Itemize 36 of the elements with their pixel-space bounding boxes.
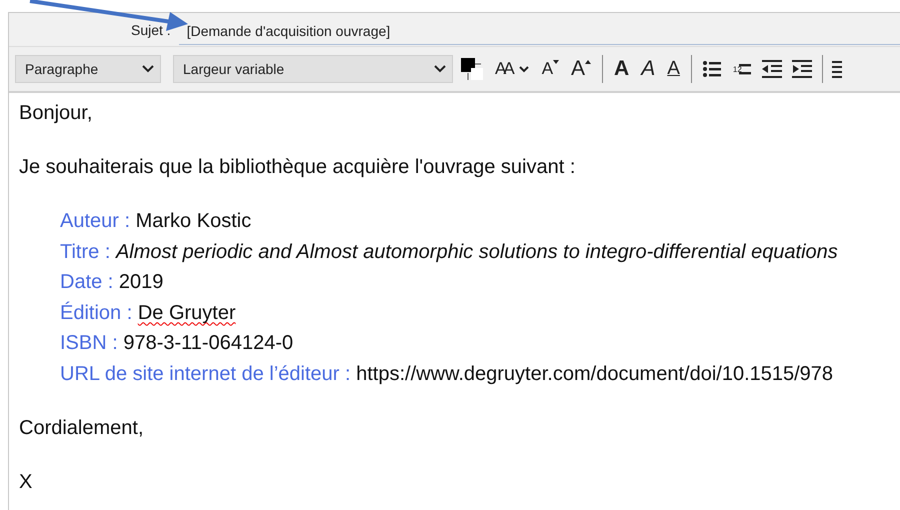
chevron-icon — [142, 65, 154, 73]
bold-button[interactable]: A — [612, 54, 632, 84]
intro-text: Je souhaiterais que la bibliothèque acquière l'ouvrage suivant : — [19, 155, 576, 180]
triangle-icon — [553, 60, 560, 64]
text-color-icon[interactable] — [459, 56, 485, 82]
field-label: Auteur : — [60, 210, 130, 232]
font-dropdown[interactable]: Largeur variable — [173, 55, 453, 83]
underline-button[interactable]: A — [665, 54, 682, 84]
decrease-font-button[interactable]: A — [540, 54, 562, 84]
outdent-icon[interactable] — [760, 58, 783, 80]
bullet-list-icon[interactable] — [700, 58, 723, 80]
numbered-list-button[interactable]: 12 — [730, 54, 753, 84]
field-value: Marko Kostic — [136, 210, 252, 232]
indent-icon[interactable] — [790, 58, 813, 80]
subject-field[interactable]: [Demande d'acquisition ouvrage] — [178, 18, 900, 45]
font-size-button[interactable]: AA — [493, 54, 532, 84]
field-value: De Gruyter — [138, 302, 236, 324]
field-label: Édition : — [60, 302, 132, 324]
field-value: 2019 — [118, 271, 164, 293]
field-value: 978-3-11-064124-0 — [123, 332, 294, 354]
align-icon[interactable] — [832, 58, 842, 80]
chevron-icon — [518, 65, 530, 73]
field-label: Date : — [60, 271, 114, 293]
signature-text: X — [19, 470, 32, 494]
field-value: Almost periodic and Almost automorphic solutions to integro-differential equations — [116, 240, 838, 262]
italic-button[interactable]: A — [639, 54, 658, 84]
field-label: Titre : — [60, 240, 110, 262]
triangle-icon — [585, 60, 592, 64]
field-label: ISBN : — [60, 332, 118, 354]
closing-text: Cordialement, — [19, 416, 144, 440]
field-label: URL de site internet de l’éditeur : — [60, 362, 351, 384]
paragraph-dropdown[interactable]: Paragraphe — [15, 55, 161, 83]
greeting-text: Bonjour, — [19, 101, 92, 126]
increase-font-button[interactable]: A — [569, 54, 594, 84]
field-value: https://www.degruyter.com/document/doi/10.1515/978 — [356, 362, 834, 384]
chevron-icon — [434, 65, 446, 73]
